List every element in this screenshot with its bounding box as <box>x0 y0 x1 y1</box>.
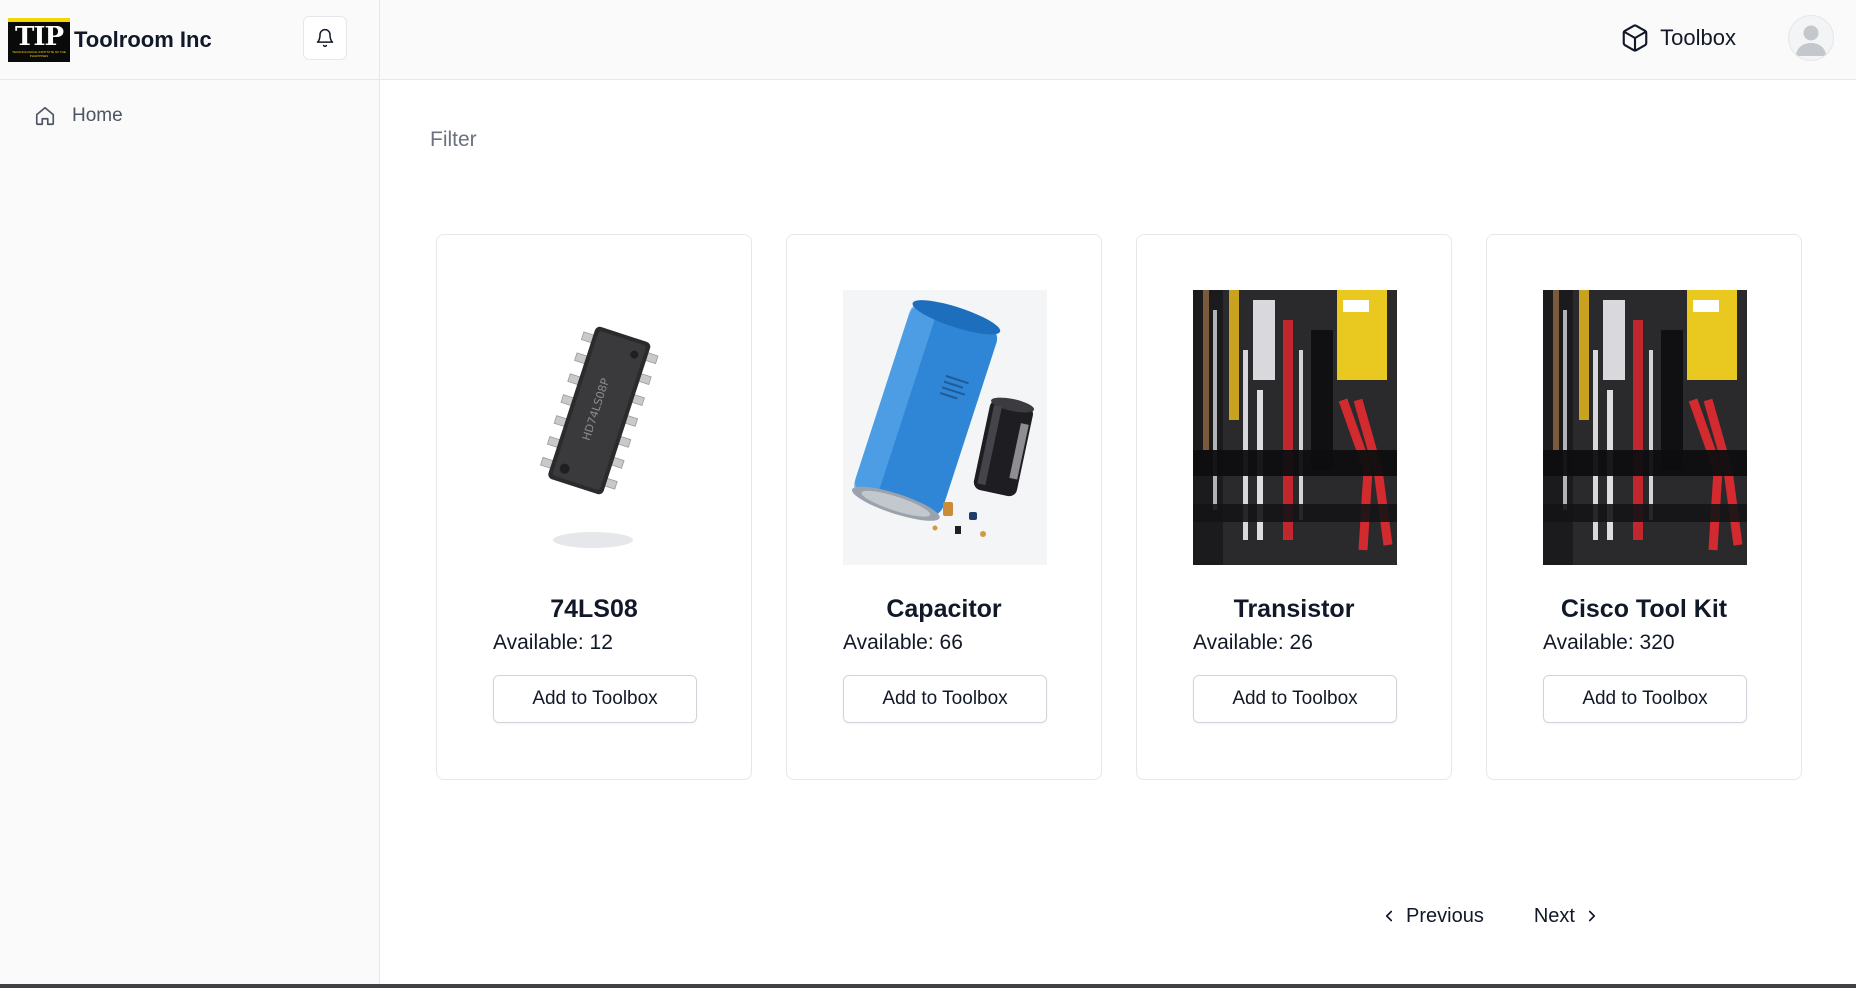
product-availability: Available: 12 <box>493 631 613 654</box>
user-avatar-icon <box>1791 18 1831 58</box>
previous-label: Previous <box>1406 904 1484 927</box>
bell-icon <box>315 28 335 48</box>
add-to-toolbox-button[interactable]: Add to Toolbox <box>493 675 697 723</box>
cube-icon <box>1620 23 1650 53</box>
next-page-button[interactable]: Next <box>1534 896 1601 936</box>
filter-label[interactable]: Filter <box>430 128 477 152</box>
product-name: Capacitor <box>886 595 1002 623</box>
product-card: Capacitor Available: 66 Add to Toolbox <box>786 234 1102 780</box>
main-content: Filter HD74LS08P 74LS08 Available: 12 Ad… <box>380 80 1856 988</box>
toolbox-label: Toolbox <box>1660 25 1736 50</box>
product-name: Cisco Tool Kit <box>1560 595 1728 623</box>
capacitor-image <box>843 290 1047 565</box>
product-availability: Available: 320 <box>1543 631 1675 654</box>
add-to-toolbox-button[interactable]: Add to Toolbox <box>843 675 1047 723</box>
pagination: Previous Next <box>1380 896 1601 936</box>
chevron-left-icon <box>1380 907 1398 925</box>
sidebar: TIP TECHNOLOGICAL INSTITUTE OF THE PHILI… <box>0 0 380 988</box>
notifications-button[interactable] <box>303 16 347 60</box>
ic-chip-image: HD74LS08P <box>493 290 697 565</box>
home-icon <box>34 105 56 127</box>
tool-kit-image <box>1543 290 1747 565</box>
product-availability: Available: 26 <box>1193 631 1313 654</box>
sidebar-item-home[interactable]: Home <box>0 94 379 138</box>
add-to-toolbox-button[interactable]: Add to Toolbox <box>1543 675 1747 723</box>
product-name: Transistor <box>1233 595 1355 623</box>
product-card: HD74LS08P 74LS08 Available: 12 Add to To… <box>436 234 752 780</box>
logo-subtext: TECHNOLOGICAL INSTITUTE OF THE PHILIPPIN… <box>12 49 66 58</box>
next-label: Next <box>1533 904 1575 927</box>
brand-name: Toolroom Inc <box>74 26 212 52</box>
avatar[interactable] <box>1788 15 1834 61</box>
product-card: Transistor Available: 26 Add to Toolbox <box>1136 234 1452 780</box>
sidebar-nav: Home <box>0 80 379 138</box>
tool-kit-image <box>1193 290 1397 565</box>
previous-page-button[interactable]: Previous <box>1380 896 1484 936</box>
add-to-toolbox-button[interactable]: Add to Toolbox <box>1193 675 1397 723</box>
toolbox-link[interactable]: Toolbox <box>1620 18 1736 58</box>
sidebar-item-label: Home <box>72 105 123 126</box>
topbar: Toolbox <box>380 0 1856 80</box>
product-card: Cisco Tool Kit Available: 320 Add to Too… <box>1486 234 1802 780</box>
window-bottom-border <box>0 984 1856 988</box>
product-name: 74LS08 <box>550 595 638 623</box>
product-grid: HD74LS08P 74LS08 Available: 12 Add to To… <box>436 234 1802 780</box>
product-availability: Available: 66 <box>843 631 963 654</box>
logo[interactable]: TIP TECHNOLOGICAL INSTITUTE OF THE PHILI… <box>8 17 70 62</box>
logo-text: TIP <box>14 21 64 52</box>
brand: TIP TECHNOLOGICAL INSTITUTE OF THE PHILI… <box>0 0 379 80</box>
chevron-right-icon <box>1583 907 1601 925</box>
